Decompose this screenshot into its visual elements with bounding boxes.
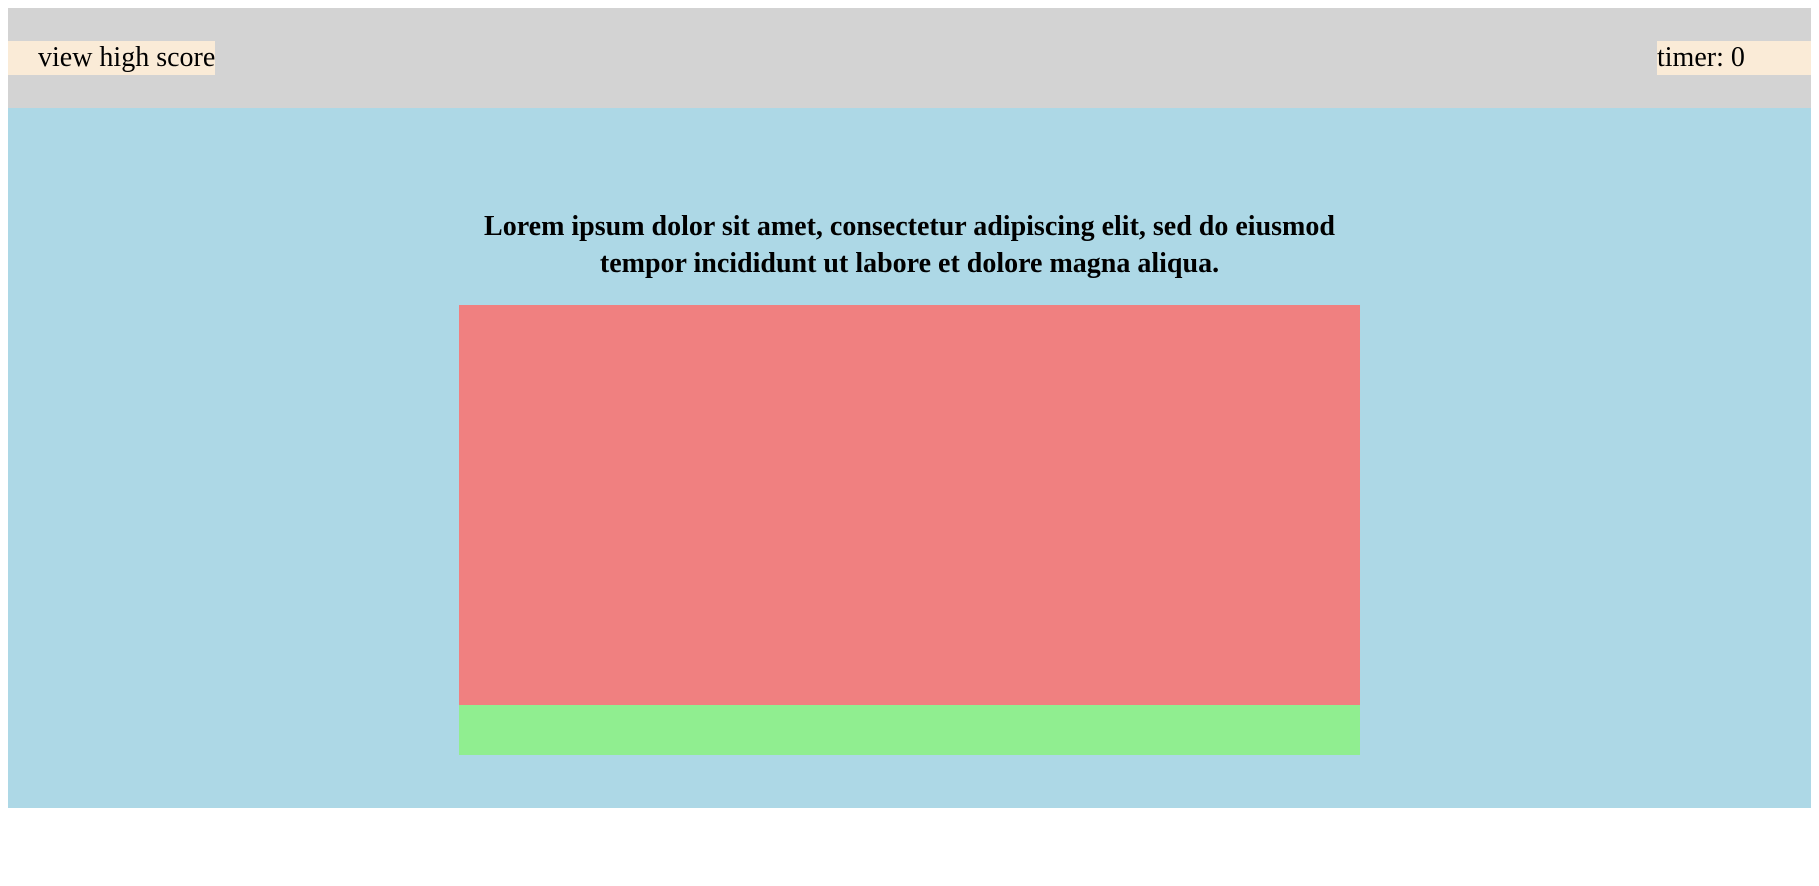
quiz-area: Lorem ipsum dolor sit amet, consectetur … <box>8 108 1811 808</box>
timer-display: timer: 0 <box>1657 41 1811 75</box>
view-high-score-link[interactable]: view high score <box>8 41 216 75</box>
answers-container <box>459 305 1360 705</box>
quiz-page: view high score timer: 0 Lorem ipsum dol… <box>8 8 1811 808</box>
question-title: Lorem ipsum dolor sit amet, consectetur … <box>484 211 1335 279</box>
header-bar: view high score timer: 0 <box>8 8 1811 108</box>
result-bar <box>459 705 1360 755</box>
